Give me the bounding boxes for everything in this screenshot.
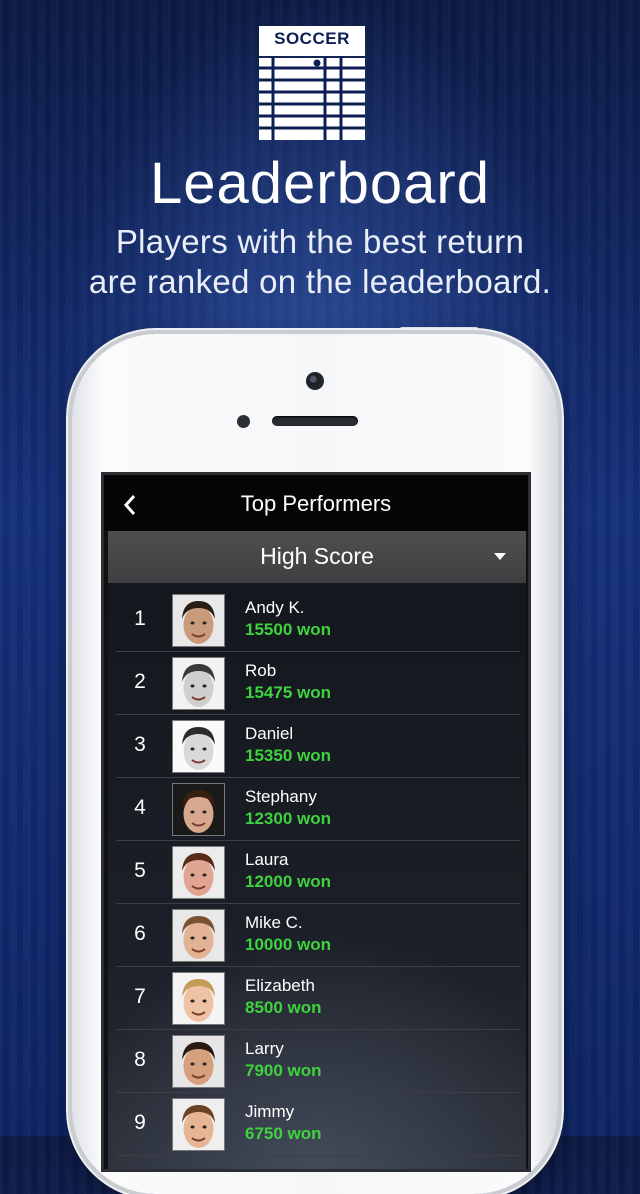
rank-number: 7 [134,985,146,1008]
player-score: 12000 won [245,872,331,891]
soccer-scorecard-logo: SOCCER [259,26,365,140]
leaderboard-row[interactable]: 5 Laura 12000 won [116,841,520,904]
player-score: 7900 won [245,1061,322,1080]
promo-subtitle-line2: are ranked on the leaderboard. [88,263,552,300]
caret-down-icon [494,553,506,560]
leaderboard-row[interactable]: 7 Elizabeth 8500 won [116,967,520,1030]
player-score: 10000 won [245,935,331,954]
dropdown-label: High Score [260,543,374,569]
player-name: Elizabeth [245,976,315,995]
leaderboard-row[interactable]: 8 Larry 7900 won [116,1030,520,1093]
front-camera [306,372,324,390]
rank-number: 4 [134,796,146,819]
rank-number: 6 [134,922,146,945]
rank-number: 8 [134,1048,146,1071]
rank-number: 1 [134,607,146,630]
rank-number: 3 [134,733,146,756]
player-avatar [172,720,225,773]
leaderboard-row[interactable]: 6 Mike C. 10000 won [116,904,520,967]
nav-title: Top Performers [240,491,392,516]
player-avatar [172,783,225,836]
leaderboard-list[interactable]: 1 Andy K. 15500 won 2 Rob 15475 won 3 Daniel 153… [108,583,526,1169]
earpiece-speaker [272,416,358,426]
player-name: Andy K. [245,598,305,617]
player-name: Daniel [245,724,294,743]
player-avatar [172,846,225,899]
leaderboard-row[interactable]: 4 Stephany 12300 won [116,778,520,841]
leaderboard-row[interactable]: 9 Jimmy 6750 won [116,1093,520,1156]
player-name: Mike C. [245,913,303,932]
player-score: 6750 won [245,1124,322,1143]
proximity-sensor [237,415,250,428]
player-avatar [172,972,225,1025]
player-avatar [172,909,225,962]
player-score: 12300 won [245,809,331,828]
promo-title: Leaderboard [150,151,490,216]
leaderboard-row[interactable]: 3 Daniel 15350 won [116,715,520,778]
rank-number: 5 [134,859,146,882]
leaderboard-row[interactable]: 2 Rob 15475 won [116,652,520,715]
player-avatar [172,1098,225,1151]
rank-number: 9 [134,1111,146,1134]
player-score: 15500 won [245,620,331,639]
promo-subtitle-line1: Players with the best return [115,223,525,260]
player-name: Rob [245,661,277,680]
player-name: Jimmy [245,1102,295,1121]
player-score: 8500 won [245,998,322,1017]
player-avatar [172,657,225,710]
leaderboard-row[interactable]: 1 Andy K. 15500 won [116,589,520,652]
player-score: 15350 won [245,746,331,765]
rank-number: 2 [134,670,146,693]
nav-bar: Top Performers [104,475,528,531]
player-avatar [172,594,225,647]
player-name: Stephany [245,787,317,806]
sort-dropdown[interactable]: High Score [108,531,526,583]
player-score: 15475 won [245,683,331,702]
logo-text: SOCCER [274,29,350,48]
player-avatar [172,1035,225,1088]
player-name: Laura [245,850,289,869]
app-screen: Top Performers High Score 1 Andy K. 15500 … [101,472,531,1172]
player-name: Larry [245,1039,284,1058]
